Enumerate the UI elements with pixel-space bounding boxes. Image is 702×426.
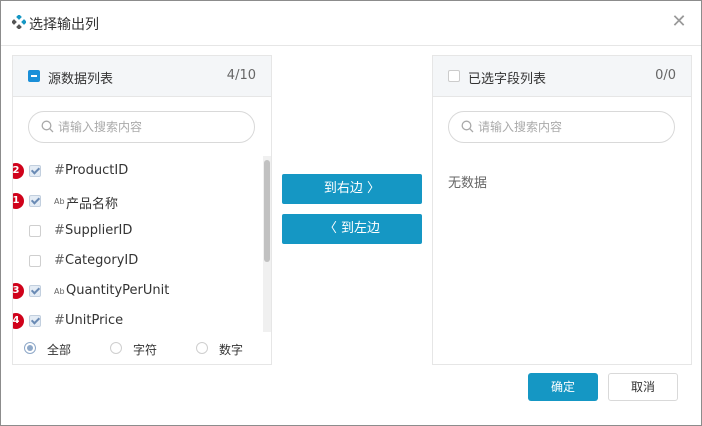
text-type-icon: Ab bbox=[54, 287, 65, 296]
field-name: SupplierID bbox=[65, 223, 133, 238]
field-row-productid[interactable]: 2 # ProductID bbox=[13, 156, 263, 186]
source-panel-header: 源数据列表 4/10 bbox=[13, 56, 271, 97]
field-name: CategoryID bbox=[65, 253, 139, 268]
number-type-icon: # bbox=[54, 223, 65, 238]
search-icon bbox=[461, 120, 474, 133]
field-row-product-name[interactable]: 1 Ab 产品名称 bbox=[13, 186, 263, 216]
source-select-all-checkbox[interactable] bbox=[28, 70, 40, 82]
order-badge: 3 bbox=[13, 283, 24, 299]
selected-panel-header: 已选字段列表 0/0 bbox=[433, 56, 691, 97]
dialog-title: 选择输出列 bbox=[29, 17, 99, 33]
text-type-icon: Ab bbox=[54, 197, 65, 206]
selected-search-box[interactable] bbox=[448, 111, 675, 143]
dialog-titlebar: 选择输出列 ✕ bbox=[1, 1, 701, 46]
order-badge: 4 bbox=[13, 313, 24, 329]
close-icon[interactable]: ✕ bbox=[669, 11, 689, 33]
field-name: UnitPrice bbox=[65, 313, 124, 328]
select-output-columns-dialog: 选择输出列 ✕ 源数据列表 4/10 2 # ProductID 1 bbox=[0, 0, 702, 426]
empty-state-text: 无数据 bbox=[448, 176, 488, 191]
scrollbar-thumb[interactable] bbox=[264, 160, 270, 262]
number-type-icon: # bbox=[54, 253, 65, 268]
selected-panel-title: 已选字段列表 bbox=[468, 72, 547, 87]
source-search-box[interactable] bbox=[28, 111, 255, 143]
type-filter-bar: 全部 字符 数字 bbox=[13, 336, 271, 364]
number-type-icon: # bbox=[54, 313, 65, 328]
field-checkbox[interactable] bbox=[29, 225, 41, 237]
move-to-right-button[interactable]: 到右边 〉 bbox=[282, 174, 422, 204]
field-row-quantityperunit[interactable]: 3 Ab QuantityPerUnit bbox=[13, 276, 263, 306]
source-panel-title: 源数据列表 bbox=[48, 72, 114, 87]
source-search-input[interactable] bbox=[58, 118, 243, 136]
source-field-panel: 源数据列表 4/10 2 # ProductID 1 Ab 产品名称 bbox=[12, 55, 272, 365]
filter-label-text[interactable]: 字符 bbox=[133, 341, 157, 358]
field-checkbox[interactable] bbox=[29, 285, 41, 297]
order-badge: 2 bbox=[13, 163, 24, 179]
selected-field-panel: 已选字段列表 0/0 无数据 bbox=[432, 55, 692, 365]
selected-field-count: 0/0 bbox=[655, 68, 676, 83]
filter-radio-text[interactable] bbox=[110, 342, 122, 354]
number-type-icon: # bbox=[54, 163, 65, 178]
filter-label-all[interactable]: 全部 bbox=[47, 341, 71, 358]
move-to-left-button[interactable]: 〈 到左边 bbox=[282, 214, 422, 244]
search-icon bbox=[41, 120, 54, 133]
field-row-unitprice[interactable]: 4 # UnitPrice bbox=[13, 306, 263, 332]
filter-label-number[interactable]: 数字 bbox=[219, 341, 243, 358]
confirm-button[interactable]: 确定 bbox=[528, 373, 598, 401]
source-field-list: 2 # ProductID 1 Ab 产品名称 # SupplierID # C… bbox=[13, 156, 271, 332]
app-logo-icon bbox=[12, 15, 26, 29]
selected-select-all-checkbox[interactable] bbox=[448, 70, 460, 82]
field-checkbox[interactable] bbox=[29, 255, 41, 267]
source-selected-count: 4/10 bbox=[226, 68, 256, 83]
filter-radio-all[interactable] bbox=[24, 342, 36, 354]
field-row-supplierid[interactable]: # SupplierID bbox=[13, 216, 263, 246]
field-name: QuantityPerUnit bbox=[66, 283, 170, 298]
field-checkbox[interactable] bbox=[29, 315, 41, 327]
order-badge: 1 bbox=[13, 193, 24, 209]
cancel-button[interactable]: 取消 bbox=[608, 373, 678, 401]
field-checkbox[interactable] bbox=[29, 165, 41, 177]
field-name: 产品名称 bbox=[66, 197, 119, 212]
filter-radio-number[interactable] bbox=[196, 342, 208, 354]
field-name: ProductID bbox=[65, 163, 129, 178]
field-checkbox[interactable] bbox=[29, 195, 41, 207]
selected-search-input[interactable] bbox=[478, 118, 663, 136]
field-list-scrollbar[interactable] bbox=[263, 156, 271, 332]
field-row-categoryid[interactable]: # CategoryID bbox=[13, 246, 263, 276]
